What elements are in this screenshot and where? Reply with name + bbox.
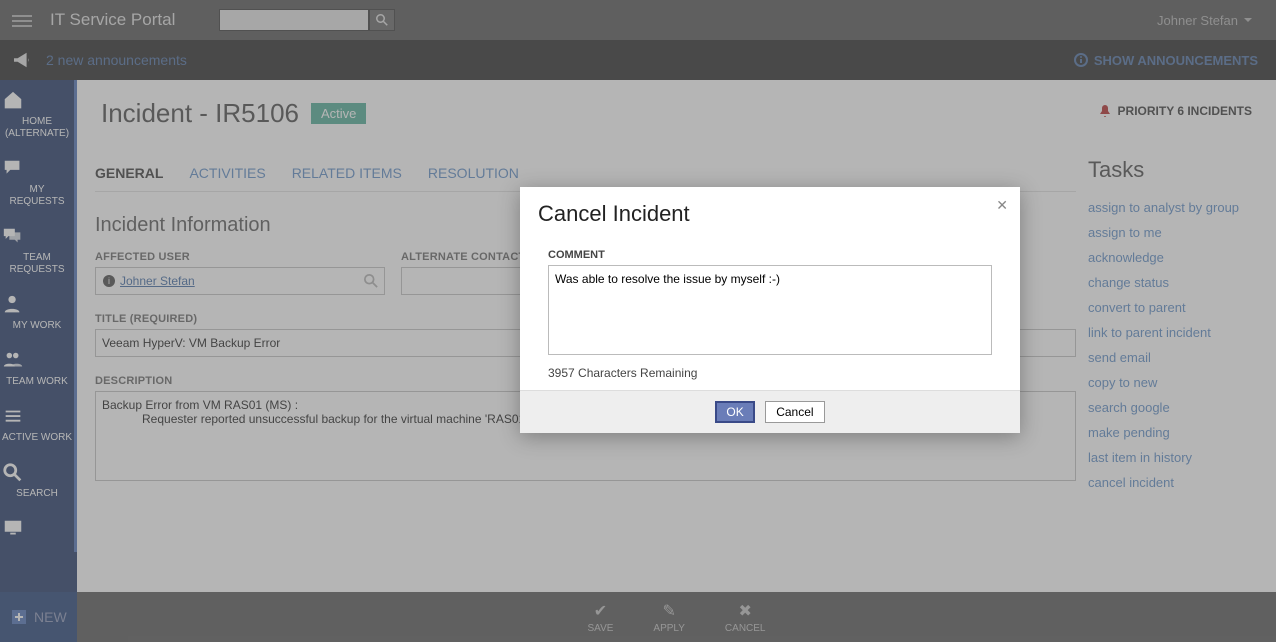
modal-cancel-button[interactable]: Cancel (765, 401, 824, 423)
modal-ok-button[interactable]: OK (715, 401, 754, 423)
close-icon[interactable]: ✕ (996, 197, 1008, 214)
modal-title: Cancel Incident (538, 201, 1002, 227)
comment-textarea[interactable] (548, 265, 992, 355)
chars-remaining: 3957 Characters Remaining (548, 366, 992, 380)
cancel-incident-modal: Cancel Incident ✕ COMMENT 3957 Character… (520, 187, 1020, 433)
comment-label: COMMENT (548, 249, 992, 261)
